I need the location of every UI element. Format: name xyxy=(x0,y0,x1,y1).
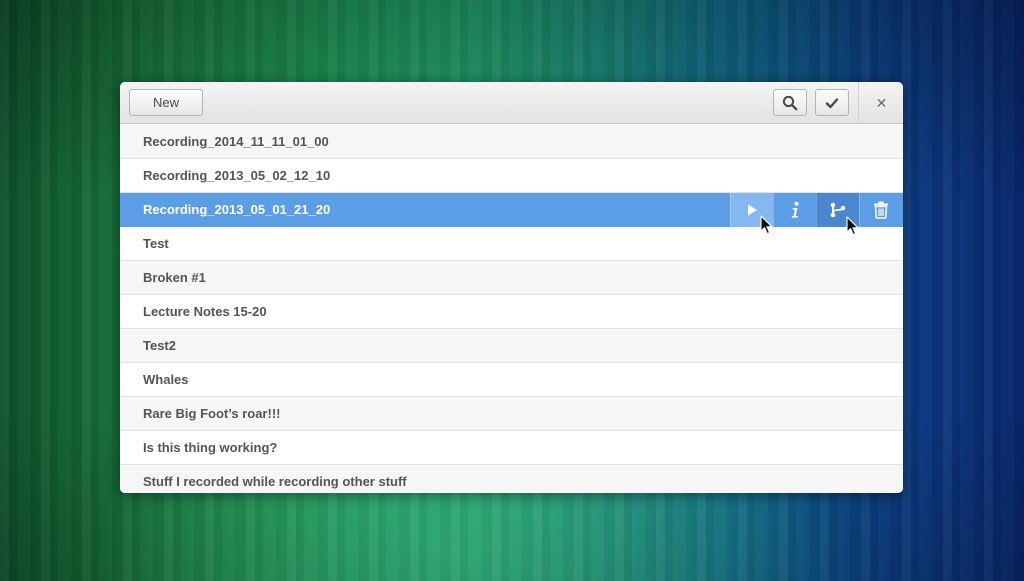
close-button[interactable]: ✕ xyxy=(860,82,903,124)
header-bar: New ✕ xyxy=(120,82,903,124)
row-actions xyxy=(730,193,902,227)
new-button[interactable]: New xyxy=(129,89,203,116)
list-item[interactable]: Broken #1 xyxy=(120,261,903,295)
search-icon xyxy=(782,95,798,110)
recordings-list: Recording_2014_11_11_01_00 Recording_201… xyxy=(120,125,903,493)
delete-button[interactable] xyxy=(859,193,902,227)
list-item[interactable]: Test2 xyxy=(120,329,903,363)
select-done-button[interactable] xyxy=(815,89,849,116)
recordings-window: New ✕ Recording_2014_11_11_01_00 Recordi… xyxy=(120,82,903,493)
list-item[interactable]: Recording_2014_11_11_01_00 xyxy=(120,125,903,159)
list-item[interactable]: Lecture Notes 15-20 xyxy=(120,295,903,329)
recording-name: Whales xyxy=(143,372,189,387)
play-icon xyxy=(748,204,757,216)
recording-name: Rare Big Foot’s roar!!! xyxy=(143,406,281,421)
recording-name: Recording_2014_11_11_01_00 xyxy=(143,134,329,149)
info-button[interactable] xyxy=(773,193,816,227)
search-button[interactable] xyxy=(773,89,807,116)
recording-name: Test xyxy=(143,236,169,251)
trash-icon xyxy=(874,201,888,219)
list-item[interactable]: Recording_2013_05_02_12_10 xyxy=(120,159,903,193)
mouse-pointer-icon xyxy=(846,216,859,236)
recording-name: Recording_2013_05_01_21_20 xyxy=(143,202,331,217)
recording-name: Broken #1 xyxy=(143,270,206,285)
list-item[interactable]: Stuff I recorded while recording other s… xyxy=(120,465,903,493)
mouse-pointer-icon xyxy=(760,215,773,235)
list-item[interactable]: Is this thing working? xyxy=(120,431,903,465)
recording-name: Recording_2013_05_02_12_10 xyxy=(143,168,331,183)
recording-name: Lecture Notes 15-20 xyxy=(143,304,267,319)
list-item[interactable]: Rare Big Foot’s roar!!! xyxy=(120,397,903,431)
checkmark-icon xyxy=(825,97,839,108)
list-item[interactable]: Whales xyxy=(120,363,903,397)
close-icon: ✕ xyxy=(875,94,888,111)
list-item[interactable]: Test xyxy=(120,227,903,261)
recording-name: Is this thing working? xyxy=(143,440,278,455)
info-icon xyxy=(791,201,799,218)
header-divider xyxy=(858,82,859,124)
export-icon xyxy=(830,202,846,218)
recording-name: Stuff I recorded while recording other s… xyxy=(143,474,407,489)
list-item-selected[interactable]: Recording_2013_05_01_21_20 xyxy=(120,193,903,227)
recording-name: Test2 xyxy=(143,338,176,353)
